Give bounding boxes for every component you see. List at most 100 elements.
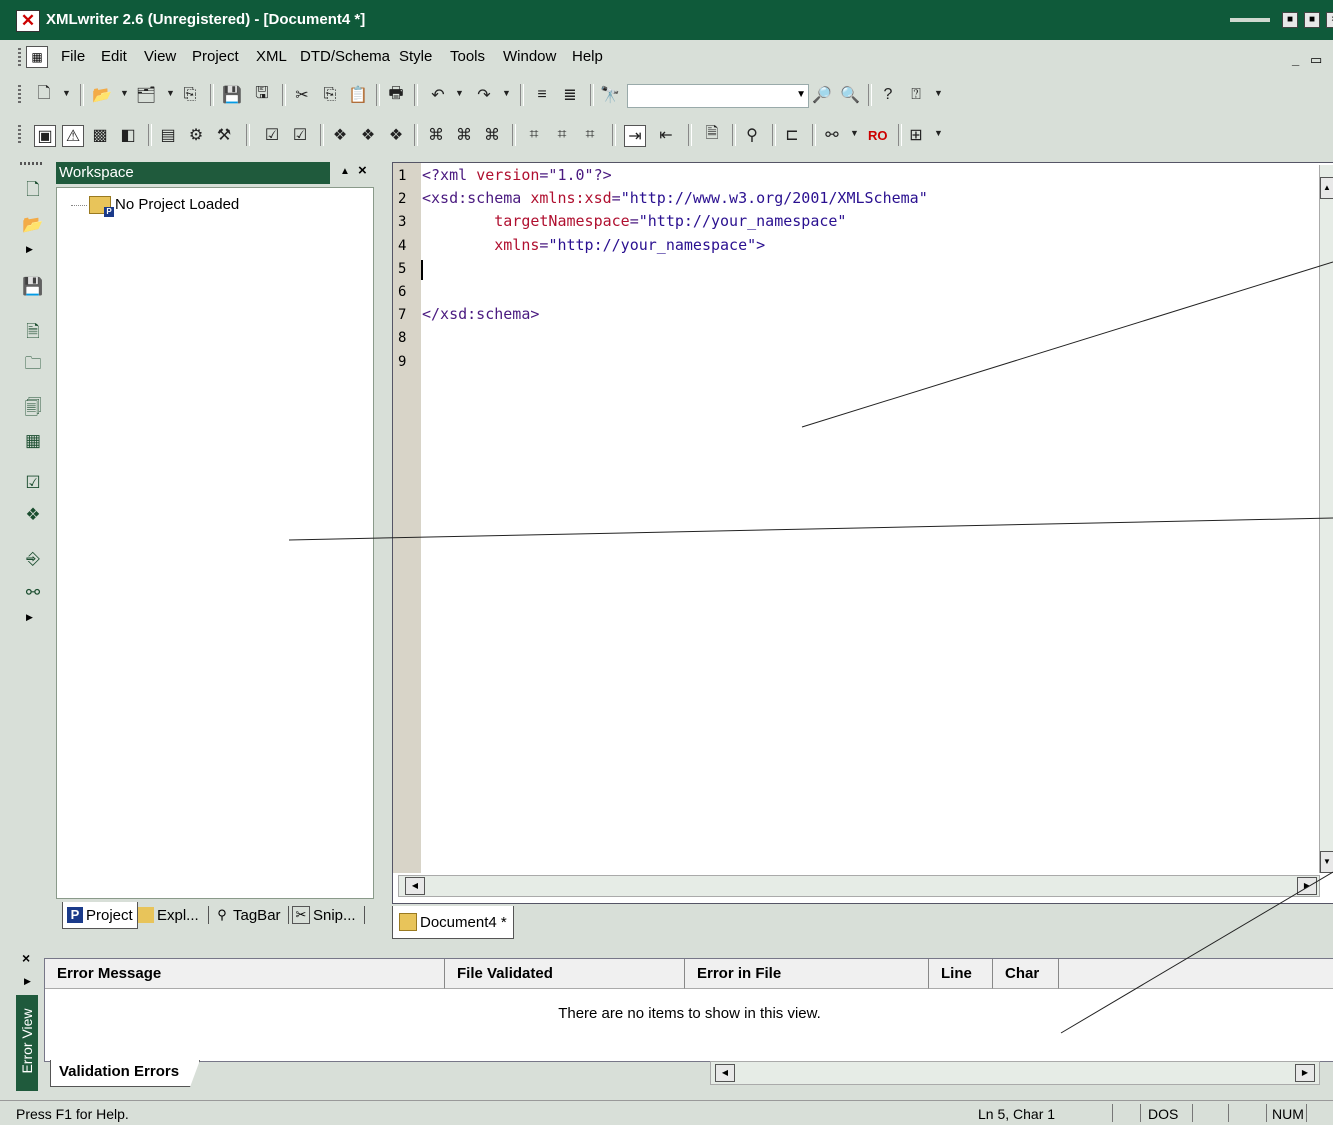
code-line[interactable]: targetNamespace="http://your_namespace": [422, 212, 846, 230]
scroll-left-button[interactable]: ◀: [715, 1064, 735, 1082]
mdi-minimize-button[interactable]: _: [1292, 52, 1299, 67]
save-project-icon[interactable]: 💾: [22, 276, 44, 298]
close-icon[interactable]: ×: [358, 162, 367, 179]
horizontal-scrollbar[interactable]: ◀ ▶: [398, 875, 1320, 897]
toolbar-grip[interactable]: [18, 125, 21, 145]
find-icon[interactable]: 🔭: [600, 85, 620, 105]
find-next-icon[interactable]: 🔎: [812, 85, 832, 105]
check-wellformed-icon[interactable]: ☑: [290, 125, 310, 145]
edit-view-icon[interactable]: ▣: [34, 125, 56, 147]
cut-icon[interactable]: ✂: [292, 85, 312, 105]
block-indent-icon[interactable]: ⇥: [624, 125, 646, 147]
menu-style[interactable]: Style: [399, 48, 432, 65]
tab-project[interactable]: P Project: [62, 902, 138, 929]
maximize-button[interactable]: ■: [1304, 12, 1320, 28]
scroll-right-button[interactable]: ▶: [1297, 877, 1317, 895]
context-help-icon[interactable]: ?: [878, 85, 898, 105]
chevron-down-icon[interactable]: ▼: [796, 89, 806, 100]
format-icon[interactable]: ⊏: [782, 125, 802, 145]
chevron-right-icon[interactable]: ▶: [26, 612, 33, 623]
code-line[interactable]: <?xml version="1.0"?>: [422, 166, 612, 184]
project-properties-icon[interactable]: ▦: [22, 430, 44, 452]
link-project-icon[interactable]: ⚯: [22, 582, 44, 604]
project-dropdown-icon[interactable]: ▼: [166, 88, 175, 98]
mdi-restore-button[interactable]: ▭: [1310, 52, 1322, 68]
code-line[interactable]: xmlns="http://your_namespace">: [422, 236, 765, 254]
browser-view-icon[interactable]: ◧: [118, 125, 138, 145]
preview-icon[interactable]: ▤: [158, 125, 178, 145]
vertical-scrollbar[interactable]: ▲ ▼: [1319, 165, 1333, 873]
link-dropdown-icon[interactable]: ▼: [850, 128, 859, 138]
scroll-left-button[interactable]: ◀: [405, 877, 425, 895]
error-list[interactable]: Error Message File Validated Error in Fi…: [44, 958, 1333, 1062]
tree-node-root[interactable]: P No Project Loaded: [89, 196, 239, 218]
code-line[interactable]: <xsd:schema xmlns:xsd="http://www.w3.org…: [422, 189, 928, 207]
publish-icon[interactable]: ⎆: [22, 548, 44, 570]
column-header-error-message[interactable]: Error Message: [45, 959, 445, 989]
new-dropdown-icon[interactable]: ▼: [62, 88, 71, 98]
open-project-icon[interactable]: 🗂: [136, 85, 156, 105]
save-all-icon[interactable]: 🖫: [252, 85, 272, 105]
read-only-button[interactable]: RO: [868, 128, 888, 143]
menu-help[interactable]: Help: [572, 48, 603, 65]
indent-icon[interactable]: ≡: [532, 85, 552, 105]
menu-view[interactable]: View: [144, 48, 176, 65]
tag-icon[interactable]: ⌘: [454, 125, 474, 145]
validate-project-icon[interactable]: ☑: [22, 472, 44, 494]
menu-file[interactable]: File: [61, 48, 85, 65]
warning-view-icon[interactable]: ⚠: [62, 125, 84, 147]
scroll-down-button[interactable]: ▼: [1320, 851, 1333, 873]
redo-dropdown-icon[interactable]: ▼: [502, 88, 511, 98]
redo-icon[interactable]: ↷: [474, 85, 494, 105]
open-dropdown-icon[interactable]: ▼: [120, 88, 129, 98]
restore-button[interactable]: ■: [1282, 12, 1298, 28]
print-icon[interactable]: 🖶: [386, 85, 406, 105]
find-replace-icon[interactable]: 🔍: [840, 85, 860, 105]
outdent-icon[interactable]: ≣: [560, 85, 580, 105]
recent-project-icon[interactable]: ⎘: [180, 85, 200, 105]
insert-element-icon[interactable]: ❖: [330, 125, 350, 145]
block-outdent-icon[interactable]: ⇤: [656, 125, 676, 145]
close-button[interactable]: ×: [1326, 12, 1333, 28]
pin-icon[interactable]: ▲: [340, 166, 350, 177]
remove-file-icon[interactable]: 🗐: [22, 398, 44, 420]
chevron-right-icon[interactable]: ▶: [24, 976, 31, 987]
transform-project-icon[interactable]: ❖: [22, 504, 44, 526]
column-header-char[interactable]: Char: [993, 959, 1059, 989]
new-project-icon[interactable]: 🗋: [22, 180, 44, 202]
help-icon[interactable]: ⍰: [906, 85, 926, 105]
find-combo-box[interactable]: ▼: [627, 84, 809, 108]
insert-text-icon[interactable]: ❖: [386, 125, 406, 145]
tree-icon[interactable]: ⚲: [742, 125, 762, 145]
close-icon[interactable]: ×: [22, 950, 30, 966]
comment-icon[interactable]: ⌗: [524, 125, 544, 145]
tab-tagbar[interactable]: ⚲ TagBar: [214, 902, 280, 928]
copy-icon[interactable]: ⎘: [320, 85, 340, 105]
save-icon[interactable]: 💾: [222, 85, 242, 105]
document-properties-icon[interactable]: 🗎: [702, 125, 722, 145]
minimize-button[interactable]: [1230, 18, 1270, 22]
code-line[interactable]: </xsd:schema>: [422, 305, 539, 323]
add-file-icon[interactable]: 🗎: [22, 322, 44, 344]
menu-dtd-schema[interactable]: DTD/Schema: [300, 48, 390, 65]
menu-tools[interactable]: Tools: [450, 48, 485, 65]
comment-icon[interactable]: ⌗: [552, 125, 572, 145]
link-icon[interactable]: ⚯: [822, 125, 842, 145]
undo-icon[interactable]: ↶: [428, 85, 448, 105]
scroll-right-button[interactable]: ▶: [1295, 1064, 1315, 1082]
chevron-right-icon[interactable]: ▶: [26, 244, 33, 255]
tab-snippets[interactable]: ✂ Snip...: [292, 902, 356, 928]
insert-attribute-icon[interactable]: ❖: [358, 125, 378, 145]
code-editor[interactable]: [392, 162, 1333, 904]
undo-dropdown-icon[interactable]: ▼: [455, 88, 464, 98]
add-folder-icon[interactable]: 🗀: [22, 354, 44, 376]
tag-icon[interactable]: ⌘: [426, 125, 446, 145]
column-header-line[interactable]: Line: [929, 959, 993, 989]
menu-window[interactable]: Window: [503, 48, 556, 65]
split-view-icon[interactable]: ▩: [90, 125, 110, 145]
horizontal-scrollbar[interactable]: ◀ ▶: [710, 1061, 1320, 1085]
menu-xml[interactable]: XML: [256, 48, 287, 65]
structure-icon[interactable]: ⊞: [906, 125, 926, 145]
column-header-error-in-file[interactable]: Error in File: [685, 959, 929, 989]
menu-project[interactable]: Project: [192, 48, 239, 65]
